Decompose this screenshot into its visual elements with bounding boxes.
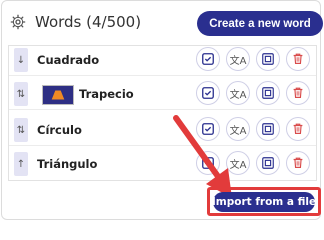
checkbox-icon[interactable] xyxy=(196,81,220,105)
word-label: Cuadrado xyxy=(37,53,100,67)
copy-icon[interactable] xyxy=(256,81,280,105)
checkbox-icon[interactable] xyxy=(196,47,220,71)
word-row[interactable]: ⇅ Trapecio 文A xyxy=(9,80,316,110)
arrow-down-icon[interactable]: ↓ xyxy=(14,48,28,72)
row-actions: 文A xyxy=(196,47,310,75)
row-actions: 文A xyxy=(196,117,310,145)
trash-icon[interactable] xyxy=(286,151,310,175)
copy-icon[interactable] xyxy=(256,47,280,71)
import-from-file-button[interactable]: Import from a file xyxy=(212,192,316,212)
trash-icon[interactable] xyxy=(286,81,310,105)
copy-icon[interactable] xyxy=(256,151,280,175)
copy-icon[interactable] xyxy=(256,117,280,141)
trash-icon[interactable] xyxy=(286,117,310,141)
trapezoid-thumbnail xyxy=(42,85,74,105)
word-label: Triángulo xyxy=(37,157,98,171)
checkbox-icon[interactable] xyxy=(196,151,220,175)
translate-icon[interactable]: 文A xyxy=(226,81,250,105)
gear-icon[interactable] xyxy=(10,14,26,30)
translate-icon[interactable]: 文A xyxy=(226,151,250,175)
translate-icon[interactable]: 文A xyxy=(226,47,250,71)
create-new-word-button[interactable]: Create a new word xyxy=(197,11,323,36)
translate-icon[interactable]: 文A xyxy=(226,117,250,141)
arrows-up-down-icon[interactable]: ⇅ xyxy=(14,118,28,142)
trash-icon[interactable] xyxy=(286,47,310,71)
word-row[interactable]: ↑ Triángulo 文A xyxy=(9,150,316,180)
arrows-up-down-icon[interactable]: ⇅ xyxy=(14,82,28,106)
word-row[interactable]: ⇅ Círculo 文A xyxy=(9,116,316,146)
row-actions: 文A xyxy=(196,151,310,179)
page-title: Words (4/500) xyxy=(35,13,142,31)
row-actions: 文A xyxy=(196,81,310,109)
word-list: ↓ Cuadrado 文A ⇅ Trapecio 文A ⇅ Círculo 文A… xyxy=(8,45,317,181)
word-label: Trapecio xyxy=(79,87,134,101)
checkbox-icon[interactable] xyxy=(196,117,220,141)
arrow-up-icon[interactable]: ↑ xyxy=(14,152,28,176)
word-label: Círculo xyxy=(37,123,82,137)
word-row[interactable]: ↓ Cuadrado 文A xyxy=(9,46,316,76)
